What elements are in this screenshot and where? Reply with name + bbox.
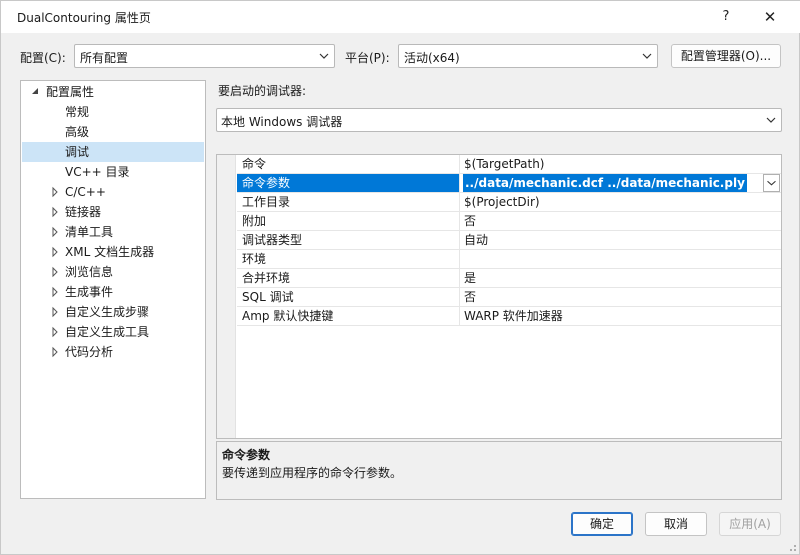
- property-value: $(ProjectDir): [464, 195, 540, 209]
- tree-item-label: VC++ 目录: [65, 165, 130, 179]
- property-value: 是: [464, 271, 477, 285]
- debugger-select-value: 本地 Windows 调试器: [221, 115, 343, 129]
- tree-item-label: 自定义生成工具: [65, 325, 150, 339]
- property-row[interactable]: 命令参数 ../data/mechanic.dcf ../data/mechani…: [237, 174, 781, 193]
- description-panel: 命令参数 要传递到应用程序的命令行参数。: [216, 441, 782, 500]
- property-name: 命令: [237, 155, 460, 173]
- grid-gutter: [217, 155, 236, 438]
- property-value: ../data/mechanic.dcf ../data/mechanic.pl…: [463, 174, 747, 192]
- tree-item[interactable]: 代码分析: [22, 342, 204, 362]
- title-bar: DualContouring 属性页 ? ✕: [1, 1, 800, 33]
- tree-item-label: XML 文档生成器: [65, 245, 155, 259]
- tree-item[interactable]: XML 文档生成器: [22, 242, 204, 262]
- collapsed-arrow-icon[interactable]: [50, 242, 60, 262]
- tree-item[interactable]: 浏览信息: [22, 262, 204, 282]
- description-text: 要传递到应用程序的命令行参数。: [222, 466, 403, 480]
- property-value: 否: [464, 290, 477, 304]
- config-select[interactable]: 所有配置: [74, 44, 335, 68]
- description-title: 命令参数: [222, 448, 271, 462]
- tree-item-label: 生成事件: [65, 285, 114, 299]
- configuration-manager-button[interactable]: 配置管理器(O)...: [671, 44, 781, 68]
- property-name: SQL 调试: [237, 288, 460, 306]
- tree-item[interactable]: C/C++: [22, 182, 204, 202]
- tree-item[interactable]: 生成事件: [22, 282, 204, 302]
- property-value: $(TargetPath): [464, 157, 545, 171]
- property-value: 否: [464, 214, 477, 228]
- chevron-down-icon: [319, 53, 329, 59]
- tree-item[interactable]: 高级: [22, 122, 204, 142]
- chevron-down-icon[interactable]: [763, 174, 780, 192]
- tree-item-label: C/C++: [65, 185, 106, 199]
- property-row[interactable]: 调试器类型 自动: [237, 231, 781, 250]
- config-label: 配置(C):: [20, 51, 66, 65]
- tree-item-label: 调试: [65, 145, 90, 159]
- tree-item[interactable]: 常规: [22, 102, 204, 122]
- tree-item-label: 自定义生成步骤: [65, 305, 150, 319]
- platform-label: 平台(P):: [345, 51, 390, 65]
- property-tree: 配置属性常规高级调试 VC++ 目录 C/C++ 链接器清单工具 XML 文档生成器 浏览…: [20, 80, 206, 499]
- close-button[interactable]: ✕: [757, 5, 783, 29]
- property-value: WARP 软件加速器: [464, 309, 563, 323]
- property-value: [461, 250, 781, 268]
- tree-item-label: 高级: [65, 125, 90, 139]
- property-name: Amp 默认快捷键: [237, 307, 460, 325]
- tree-item-label: 浏览信息: [65, 265, 114, 279]
- chevron-down-icon: [642, 53, 652, 59]
- collapsed-arrow-icon[interactable]: [50, 282, 60, 302]
- property-name: 合并环境: [237, 269, 460, 287]
- resize-grip-icon[interactable]: [787, 542, 797, 552]
- property-row[interactable]: 工作目录 $(ProjectDir): [237, 193, 781, 212]
- collapsed-arrow-icon[interactable]: [50, 342, 60, 362]
- tree-item-label: 常规: [65, 105, 90, 119]
- property-row[interactable]: 环境: [237, 250, 781, 269]
- property-row[interactable]: Amp 默认快捷键 WARP 软件加速器: [237, 307, 781, 326]
- tree-item[interactable]: 自定义生成工具: [22, 322, 204, 342]
- property-name: 命令参数: [237, 174, 460, 192]
- debugger-label: 要启动的调试器:: [218, 84, 307, 98]
- collapsed-arrow-icon[interactable]: [50, 222, 60, 242]
- config-select-value: 所有配置: [80, 51, 129, 65]
- tree-item-label: 配置属性: [46, 85, 95, 99]
- tree-item-label: 清单工具: [65, 225, 114, 239]
- tree-item[interactable]: 清单工具: [22, 222, 204, 242]
- property-name: 附加: [237, 212, 460, 230]
- expanded-arrow-icon[interactable]: [30, 82, 40, 102]
- tree-item[interactable]: 链接器: [22, 202, 204, 222]
- collapsed-arrow-icon[interactable]: [50, 322, 60, 342]
- property-name: 调试器类型: [237, 231, 460, 249]
- tree-item-label: 链接器: [65, 205, 102, 219]
- tree-item[interactable]: 配置属性: [22, 82, 204, 102]
- property-row[interactable]: 命令 $(TargetPath): [237, 155, 781, 174]
- collapsed-arrow-icon[interactable]: [50, 202, 60, 222]
- property-pages-dialog: DualContouring 属性页 ? ✕ 配置(C): 所有配置 平台(P)…: [0, 0, 800, 555]
- debugger-select[interactable]: 本地 Windows 调试器: [216, 108, 782, 132]
- help-button[interactable]: ?: [713, 5, 739, 29]
- tree-item[interactable]: 自定义生成步骤: [22, 302, 204, 322]
- window-title: DualContouring 属性页: [17, 11, 151, 25]
- chevron-down-icon: [766, 117, 776, 123]
- property-row[interactable]: 合并环境是: [237, 269, 781, 288]
- collapsed-arrow-icon[interactable]: [50, 182, 60, 202]
- cancel-button[interactable]: 取消: [645, 512, 707, 536]
- tree-item[interactable]: VC++ 目录: [22, 162, 204, 182]
- command-arguments-input[interactable]: ../data/mechanic.dcf ../data/mechanic.pl…: [461, 174, 781, 192]
- property-row[interactable]: SQL 调试否: [237, 288, 781, 307]
- platform-select-value: 活动(x64): [404, 51, 460, 65]
- apply-button[interactable]: 应用(A): [719, 512, 781, 536]
- collapsed-arrow-icon[interactable]: [50, 302, 60, 322]
- tree-item[interactable]: 调试: [22, 142, 204, 162]
- property-name: 环境: [237, 250, 460, 268]
- platform-select[interactable]: 活动(x64): [398, 44, 658, 68]
- collapsed-arrow-icon[interactable]: [50, 262, 60, 282]
- tree-item-label: 代码分析: [65, 345, 114, 359]
- property-grid: 命令 $(TargetPath) 命令参数 ../data/mechanic.dcf …: [216, 154, 782, 439]
- property-name: 工作目录: [237, 193, 460, 211]
- ok-button[interactable]: 确定: [571, 512, 633, 536]
- property-value: 自动: [464, 233, 489, 247]
- property-row[interactable]: 附加否: [237, 212, 781, 231]
